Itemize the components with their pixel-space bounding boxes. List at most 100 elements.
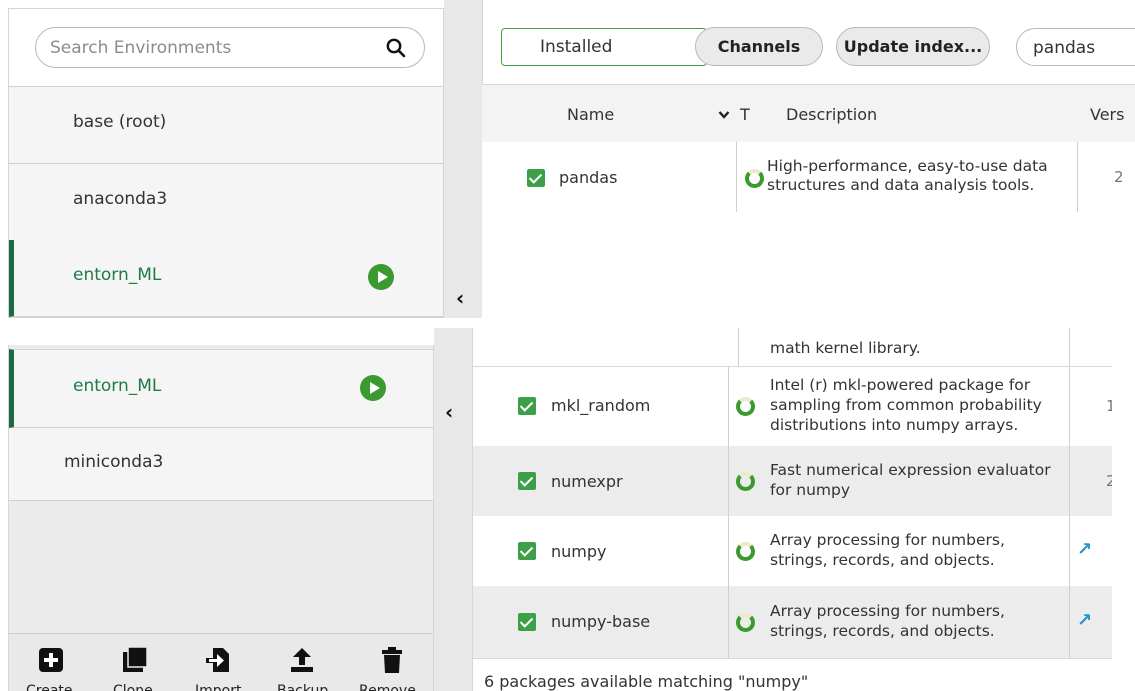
chevron-down-icon[interactable] bbox=[718, 110, 730, 120]
package-name: numpy bbox=[551, 542, 607, 561]
table-row[interactable]: math kernel library. bbox=[473, 328, 1112, 367]
table-row[interactable]: numpy Array processing for numbers, stri… bbox=[473, 516, 1112, 586]
column-divider bbox=[1069, 367, 1070, 446]
package-version: 2 bbox=[1114, 168, 1124, 186]
package-type-icon bbox=[745, 169, 764, 188]
import-icon[interactable] bbox=[205, 646, 231, 674]
package-type-icon bbox=[736, 397, 755, 416]
upgrade-arrow-icon[interactable]: ↗ bbox=[1077, 610, 1092, 631]
package-name: pandas bbox=[559, 168, 618, 187]
table-row[interactable]: pandas High-performance, easy-to-use dat… bbox=[482, 142, 1135, 212]
environment-item-base-root[interactable]: base (root) bbox=[9, 87, 443, 164]
column-header-type[interactable]: T bbox=[740, 105, 750, 124]
channels-button[interactable]: Channels bbox=[695, 27, 823, 66]
plus-square-icon[interactable] bbox=[38, 646, 64, 674]
chevron-left-icon[interactable]: ‹ bbox=[456, 288, 464, 308]
environment-label: entorn_ML bbox=[73, 376, 162, 396]
column-divider bbox=[1069, 328, 1070, 367]
packages-panel-top: Installed Channels Update index... panda… bbox=[482, 0, 1135, 318]
package-description-line: sampling from common probability bbox=[770, 396, 1042, 414]
column-divider bbox=[738, 328, 739, 367]
package-filter-value: Installed bbox=[540, 37, 613, 57]
packages-table-body: pandas High-performance, easy-to-use dat… bbox=[482, 142, 1135, 318]
upgrade-arrow-icon[interactable]: ↗ bbox=[1077, 539, 1092, 560]
environments-panel-top: Search Environments base (root) anaconda… bbox=[8, 8, 444, 318]
column-divider bbox=[1069, 446, 1070, 516]
package-description-line: Intel (r) mkl-powered package for bbox=[770, 376, 1031, 394]
environment-label: miniconda3 bbox=[64, 452, 164, 472]
column-divider bbox=[1069, 586, 1070, 658]
clone-icon[interactable] bbox=[122, 646, 148, 674]
package-description-line: High-performance, easy-to-use data bbox=[767, 157, 1048, 175]
column-divider bbox=[728, 367, 729, 446]
play-icon[interactable] bbox=[368, 264, 394, 290]
remove-label: Remove bbox=[359, 683, 416, 691]
table-row[interactable]: numpy-base Array processing for numbers,… bbox=[473, 586, 1112, 658]
column-header-description[interactable]: Description bbox=[786, 105, 877, 124]
package-name: numexpr bbox=[551, 472, 623, 491]
package-description-line: for numpy bbox=[770, 481, 850, 499]
environment-item-entorn-ml[interactable]: entorn_ML bbox=[9, 240, 443, 317]
environment-label: anaconda3 bbox=[73, 189, 168, 209]
column-divider bbox=[728, 446, 729, 516]
environment-actions-bar: Create Clone Import Backup Remove bbox=[9, 633, 433, 691]
package-checkbox[interactable] bbox=[518, 397, 536, 415]
packages-match-count: 6 packages available matching "numpy" bbox=[484, 672, 809, 691]
create-label: Create bbox=[26, 683, 73, 691]
package-description-line: Array processing for numbers, bbox=[770, 602, 1005, 620]
search-icon[interactable] bbox=[385, 37, 407, 59]
environment-label: entorn_ML bbox=[73, 265, 162, 285]
column-divider bbox=[728, 586, 729, 658]
play-icon[interactable] bbox=[360, 375, 386, 401]
package-description-line: distributions into numpy arrays. bbox=[770, 416, 1019, 434]
clone-label: Clone bbox=[113, 683, 153, 691]
packages-panel-bottom: math kernel library. mkl_random Intel (r… bbox=[472, 328, 1112, 691]
update-index-button[interactable]: Update index... bbox=[836, 27, 990, 66]
column-divider bbox=[728, 516, 729, 586]
package-description-line: strings, records, and objects. bbox=[770, 622, 995, 640]
chevron-left-icon[interactable]: ‹ bbox=[445, 402, 453, 422]
environment-item-entorn-ml[interactable]: entorn_ML bbox=[9, 349, 433, 428]
package-description-line: structures and data analysis tools. bbox=[767, 176, 1035, 194]
package-version: 2 bbox=[1106, 472, 1112, 490]
column-divider bbox=[736, 142, 737, 212]
import-label: Import bbox=[195, 683, 242, 691]
environments-panel-bottom: entorn_ML miniconda3 Create Clone Import… bbox=[8, 345, 434, 691]
package-checkbox[interactable] bbox=[518, 542, 536, 560]
column-divider bbox=[1069, 516, 1070, 586]
search-packages-input[interactable]: pandas bbox=[1016, 28, 1135, 66]
environment-item-anaconda3[interactable]: anaconda3 bbox=[9, 164, 443, 241]
collapse-strip-bottom: ‹ bbox=[434, 328, 472, 691]
search-environments-input[interactable]: Search Environments bbox=[35, 27, 425, 68]
package-filter-select[interactable]: Installed bbox=[501, 28, 707, 66]
package-description-line: Fast numerical expression evaluator bbox=[770, 461, 1051, 479]
table-row[interactable]: numexpr Fast numerical expression evalua… bbox=[473, 446, 1112, 516]
search-packages-value: pandas bbox=[1033, 38, 1096, 58]
package-version: 1 bbox=[1106, 397, 1112, 415]
packages-status-footer: 6 packages available matching "numpy" bbox=[473, 658, 1112, 691]
package-name: numpy-base bbox=[551, 612, 651, 631]
package-checkbox[interactable] bbox=[518, 472, 536, 490]
package-description-line: strings, records, and objects. bbox=[770, 551, 995, 569]
package-checkbox[interactable] bbox=[518, 613, 536, 631]
package-description-line: math kernel library. bbox=[770, 339, 921, 357]
collapse-strip-top: ‹ bbox=[444, 0, 482, 318]
environment-label: base (root) bbox=[73, 112, 167, 132]
environments-search-bar: Search Environments bbox=[9, 9, 443, 87]
environment-item-miniconda3[interactable]: miniconda3 bbox=[9, 428, 433, 501]
search-placeholder: Search Environments bbox=[50, 38, 232, 58]
package-type-icon bbox=[736, 613, 755, 632]
table-row[interactable]: mkl_random Intel (r) mkl-powered package… bbox=[473, 367, 1112, 446]
package-type-icon bbox=[736, 472, 755, 491]
backup-upload-icon[interactable] bbox=[289, 646, 315, 674]
trash-icon[interactable] bbox=[379, 646, 405, 674]
package-type-icon bbox=[736, 542, 755, 561]
table-header: Name T Description Vers bbox=[482, 84, 1135, 142]
column-header-name[interactable]: Name bbox=[567, 105, 614, 124]
packages-toolbar: Installed Channels Update index... panda… bbox=[482, 0, 1135, 84]
package-name: mkl_random bbox=[551, 396, 651, 415]
column-divider bbox=[1077, 142, 1078, 212]
column-header-version[interactable]: Vers bbox=[1090, 105, 1124, 124]
package-checkbox[interactable] bbox=[527, 169, 545, 187]
backup-label: Backup bbox=[277, 683, 329, 691]
